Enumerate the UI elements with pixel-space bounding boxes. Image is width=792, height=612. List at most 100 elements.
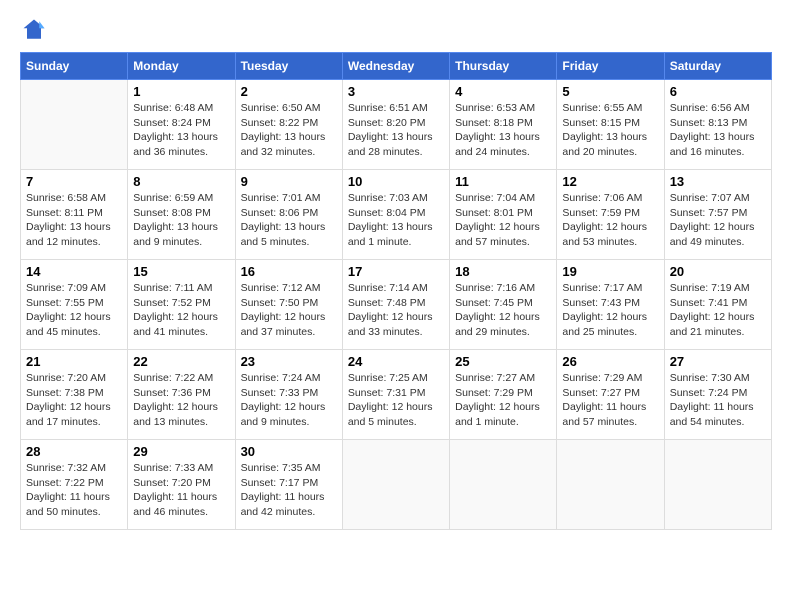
calendar-cell: 2 Sunrise: 6:50 AM Sunset: 8:22 PM Daylig… [235,80,342,170]
day-info: Sunrise: 6:56 AM Sunset: 8:13 PM Dayligh… [670,101,766,160]
calendar-week-2: 7 Sunrise: 6:58 AM Sunset: 8:11 PM Daylig… [21,170,772,260]
calendar-week-4: 21 Sunrise: 7:20 AM Sunset: 7:38 PM Dayli… [21,350,772,440]
day-info: Sunrise: 6:55 AM Sunset: 8:15 PM Dayligh… [562,101,658,160]
calendar-cell: 30 Sunrise: 7:35 AM Sunset: 7:17 PM Dayli… [235,440,342,530]
calendar-cell: 14 Sunrise: 7:09 AM Sunset: 7:55 PM Dayli… [21,260,128,350]
day-info: Sunrise: 6:50 AM Sunset: 8:22 PM Dayligh… [241,101,337,160]
day-info: Sunrise: 7:16 AM Sunset: 7:45 PM Dayligh… [455,281,551,340]
header-wednesday: Wednesday [342,53,449,80]
calendar-week-3: 14 Sunrise: 7:09 AM Sunset: 7:55 PM Dayli… [21,260,772,350]
header-friday: Friday [557,53,664,80]
day-number: 19 [562,264,658,279]
calendar-cell: 18 Sunrise: 7:16 AM Sunset: 7:45 PM Dayli… [450,260,557,350]
calendar-cell [557,440,664,530]
calendar-cell: 25 Sunrise: 7:27 AM Sunset: 7:29 PM Dayli… [450,350,557,440]
day-number: 18 [455,264,551,279]
day-number: 20 [670,264,766,279]
day-number: 25 [455,354,551,369]
day-info: Sunrise: 7:22 AM Sunset: 7:36 PM Dayligh… [133,371,229,430]
day-info: Sunrise: 6:53 AM Sunset: 8:18 PM Dayligh… [455,101,551,160]
header-tuesday: Tuesday [235,53,342,80]
page-header [20,16,772,44]
day-info: Sunrise: 7:12 AM Sunset: 7:50 PM Dayligh… [241,281,337,340]
day-info: Sunrise: 7:27 AM Sunset: 7:29 PM Dayligh… [455,371,551,430]
day-info: Sunrise: 7:29 AM Sunset: 7:27 PM Dayligh… [562,371,658,430]
day-number: 23 [241,354,337,369]
calendar-cell: 5 Sunrise: 6:55 AM Sunset: 8:15 PM Daylig… [557,80,664,170]
calendar-cell [342,440,449,530]
logo-icon [20,16,48,44]
calendar-cell: 10Sunrise: 7:03 AM Sunset: 8:04 PM Dayli… [342,170,449,260]
calendar-cell: 22 Sunrise: 7:22 AM Sunset: 7:36 PM Dayli… [128,350,235,440]
day-info: Sunrise: 7:19 AM Sunset: 7:41 PM Dayligh… [670,281,766,340]
day-info: Sunrise: 7:35 AM Sunset: 7:17 PM Dayligh… [241,461,337,520]
day-number: 5 [562,84,658,99]
calendar-cell: 19 Sunrise: 7:17 AM Sunset: 7:43 PM Dayli… [557,260,664,350]
calendar-cell: 12 Sunrise: 7:06 AM Sunset: 7:59 PM Dayli… [557,170,664,260]
calendar-cell [21,80,128,170]
day-info: Sunrise: 7:11 AM Sunset: 7:52 PM Dayligh… [133,281,229,340]
day-info: Sunrise: 7:25 AM Sunset: 7:31 PM Dayligh… [348,371,444,430]
calendar-cell: 27 Sunrise: 7:30 AM Sunset: 7:24 PM Dayli… [664,350,771,440]
calendar-cell: 29Sunrise: 7:33 AM Sunset: 7:20 PM Dayli… [128,440,235,530]
day-info: Sunrise: 7:01 AM Sunset: 8:06 PM Dayligh… [241,191,337,250]
logo [20,16,52,44]
calendar-body: 1Sunrise: 6:48 AM Sunset: 8:24 PM Daylig… [21,80,772,530]
day-number: 30 [241,444,337,459]
calendar-cell: 28 Sunrise: 7:32 AM Sunset: 7:22 PM Dayli… [21,440,128,530]
day-info: Sunrise: 7:06 AM Sunset: 7:59 PM Dayligh… [562,191,658,250]
day-number: 11 [455,174,551,189]
calendar-cell: 15 Sunrise: 7:11 AM Sunset: 7:52 PM Dayli… [128,260,235,350]
day-info: Sunrise: 7:03 AM Sunset: 8:04 PM Dayligh… [348,191,444,250]
calendar-cell: 6 Sunrise: 6:56 AM Sunset: 8:13 PM Daylig… [664,80,771,170]
calendar-header-row: SundayMondayTuesdayWednesdayThursdayFrid… [21,53,772,80]
day-number: 27 [670,354,766,369]
calendar-cell: 16 Sunrise: 7:12 AM Sunset: 7:50 PM Dayli… [235,260,342,350]
calendar-cell: 26 Sunrise: 7:29 AM Sunset: 7:27 PM Dayli… [557,350,664,440]
day-number: 15 [133,264,229,279]
header-monday: Monday [128,53,235,80]
calendar-cell: 8Sunrise: 6:59 AM Sunset: 8:08 PM Daylig… [128,170,235,260]
day-number: 6 [670,84,766,99]
calendar-cell: 23Sunrise: 7:24 AM Sunset: 7:33 PM Dayli… [235,350,342,440]
calendar-cell: 21 Sunrise: 7:20 AM Sunset: 7:38 PM Dayli… [21,350,128,440]
header-saturday: Saturday [664,53,771,80]
day-number: 16 [241,264,337,279]
calendar-cell: 11 Sunrise: 7:04 AM Sunset: 8:01 PM Dayli… [450,170,557,260]
day-number: 2 [241,84,337,99]
day-number: 9 [241,174,337,189]
day-number: 3 [348,84,444,99]
day-number: 7 [26,174,122,189]
day-info: Sunrise: 7:20 AM Sunset: 7:38 PM Dayligh… [26,371,122,430]
day-info: Sunrise: 7:07 AM Sunset: 7:57 PM Dayligh… [670,191,766,250]
day-info: Sunrise: 7:04 AM Sunset: 8:01 PM Dayligh… [455,191,551,250]
day-info: Sunrise: 7:32 AM Sunset: 7:22 PM Dayligh… [26,461,122,520]
calendar-cell: 4 Sunrise: 6:53 AM Sunset: 8:18 PM Daylig… [450,80,557,170]
calendar-cell: 3 Sunrise: 6:51 AM Sunset: 8:20 PM Daylig… [342,80,449,170]
day-info: Sunrise: 7:17 AM Sunset: 7:43 PM Dayligh… [562,281,658,340]
day-info: Sunrise: 7:33 AM Sunset: 7:20 PM Dayligh… [133,461,229,520]
day-number: 4 [455,84,551,99]
calendar-cell: 9 Sunrise: 7:01 AM Sunset: 8:06 PM Daylig… [235,170,342,260]
calendar-week-5: 28 Sunrise: 7:32 AM Sunset: 7:22 PM Dayli… [21,440,772,530]
day-number: 22 [133,354,229,369]
day-number: 26 [562,354,658,369]
day-info: Sunrise: 6:58 AM Sunset: 8:11 PM Dayligh… [26,191,122,250]
calendar-cell: 20 Sunrise: 7:19 AM Sunset: 7:41 PM Dayli… [664,260,771,350]
day-number: 17 [348,264,444,279]
day-info: Sunrise: 7:09 AM Sunset: 7:55 PM Dayligh… [26,281,122,340]
day-number: 21 [26,354,122,369]
header-thursday: Thursday [450,53,557,80]
calendar-cell: 1Sunrise: 6:48 AM Sunset: 8:24 PM Daylig… [128,80,235,170]
calendar-cell: 7 Sunrise: 6:58 AM Sunset: 8:11 PM Daylig… [21,170,128,260]
day-number: 28 [26,444,122,459]
calendar-cell: 17Sunrise: 7:14 AM Sunset: 7:48 PM Dayli… [342,260,449,350]
day-info: Sunrise: 6:51 AM Sunset: 8:20 PM Dayligh… [348,101,444,160]
day-number: 14 [26,264,122,279]
day-info: Sunrise: 7:30 AM Sunset: 7:24 PM Dayligh… [670,371,766,430]
calendar-table: SundayMondayTuesdayWednesdayThursdayFrid… [20,52,772,530]
calendar-cell: 24Sunrise: 7:25 AM Sunset: 7:31 PM Dayli… [342,350,449,440]
day-info: Sunrise: 6:59 AM Sunset: 8:08 PM Dayligh… [133,191,229,250]
calendar-cell: 13Sunrise: 7:07 AM Sunset: 7:57 PM Dayli… [664,170,771,260]
day-number: 12 [562,174,658,189]
